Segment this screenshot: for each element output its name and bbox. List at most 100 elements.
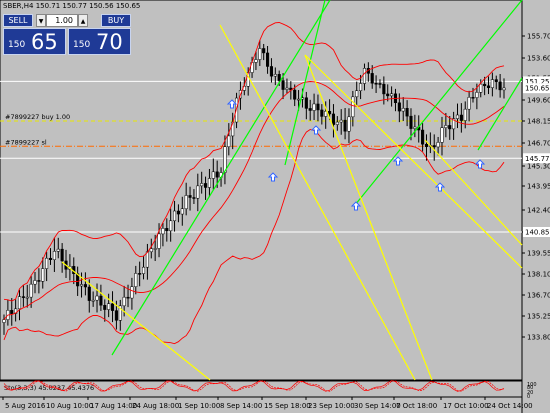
- candle-body: [390, 93, 394, 97]
- candle-body: [436, 142, 440, 148]
- candle-body: [502, 87, 506, 91]
- bollinger-lower: [3, 129, 505, 345]
- candle-body: [258, 48, 262, 60]
- price-tick-label: 143.95: [527, 183, 550, 191]
- price-tick-label: 153.60: [527, 55, 550, 63]
- candle-body: [448, 125, 452, 130]
- candle-body: [254, 59, 258, 63]
- candle-body: [17, 296, 22, 310]
- candle-body: [122, 296, 126, 307]
- candle-body: [172, 210, 177, 222]
- candle-body: [316, 103, 320, 111]
- candle-body: [490, 79, 494, 88]
- candle-body: [293, 89, 297, 100]
- candle-body: [397, 102, 401, 112]
- lots-increase-arrow-icon[interactable]: ▲: [78, 14, 88, 27]
- downtrend-line: [219, 24, 416, 381]
- candle-body: [21, 296, 25, 298]
- lots-decrease-arrow-icon[interactable]: ▼: [36, 14, 46, 27]
- chart-window[interactable]: #7899227 buy 1.00 #7899227 sl 155.70 153.60…: [0, 0, 550, 413]
- price-marker-mid-label: 145.77: [525, 155, 550, 163]
- candle-body: [297, 98, 301, 101]
- candles: [2, 40, 506, 335]
- candle-body: [29, 283, 33, 298]
- candle-body: [362, 68, 367, 84]
- candle-body: [483, 83, 487, 87]
- time-tick-label: 10 Aug 10:00: [46, 402, 93, 410]
- candle-body: [308, 108, 312, 111]
- candle-body: [215, 171, 219, 178]
- sell-button[interactable]: SELL: [3, 14, 33, 27]
- sell-price-button[interactable]: 150 65: [3, 28, 66, 55]
- candle-body: [200, 183, 204, 187]
- price-chart[interactable]: #7899227 buy 1.00 #7899227 sl 155.70 153.60…: [0, 0, 550, 413]
- candle-body: [467, 97, 471, 110]
- candle-body: [409, 115, 413, 129]
- buy-arrow-icon: [267, 172, 279, 182]
- candle-body: [312, 103, 316, 111]
- candle-body: [486, 85, 491, 88]
- order-line-label: #7899227 buy 1.00: [5, 113, 70, 121]
- candle-body: [281, 80, 285, 90]
- price-tick-label: 136.70: [527, 292, 550, 300]
- price-tick-label: 148.15: [527, 118, 550, 126]
- candle-body: [204, 183, 208, 188]
- candle-body: [304, 97, 308, 109]
- candle-body: [33, 280, 37, 285]
- candle-body: [149, 248, 153, 253]
- one-click-trade-panel: SELL ▼ 1.00 ▲ BUY 150 65 150 70: [3, 14, 131, 55]
- time-tick-label: 7 Oct 18:00: [396, 402, 437, 410]
- candle-body: [79, 284, 84, 287]
- candle-body: [153, 248, 157, 250]
- downtrend-line: [424, 139, 523, 246]
- candle-body: [475, 92, 479, 98]
- candle-body: [95, 295, 99, 301]
- candle-body: [401, 108, 405, 112]
- buy-arrow-icon: [350, 201, 362, 211]
- candle-body: [355, 90, 359, 98]
- candle-body: [184, 195, 188, 210]
- candle-body: [343, 119, 347, 132]
- price-tick-label: 155.70: [527, 33, 550, 41]
- candle-body: [157, 233, 161, 249]
- candle-body: [324, 111, 328, 117]
- candle-body: [370, 73, 374, 84]
- price-tick-label: 145.30: [527, 163, 550, 171]
- candle-body: [374, 82, 378, 85]
- candle-body: [382, 83, 386, 95]
- candle-body: [165, 228, 169, 232]
- candle-body: [440, 127, 444, 143]
- candle-body: [320, 109, 324, 117]
- price-tick-label: 133.80: [527, 334, 550, 342]
- candle-body: [266, 52, 270, 67]
- time-tick-label: 24 Aug 18:00: [132, 402, 179, 410]
- candle-body: [211, 171, 215, 179]
- candle-body: [56, 248, 60, 252]
- candle-body: [479, 83, 483, 93]
- candle-body: [444, 125, 448, 128]
- candle-body: [269, 66, 273, 77]
- candle-body: [48, 257, 53, 260]
- candle-body: [359, 83, 363, 91]
- lots-input[interactable]: 1.00: [46, 14, 78, 27]
- indicator-level-label: 0: [527, 394, 530, 400]
- candle-body: [463, 108, 467, 121]
- buy-price-big: 70: [96, 30, 123, 54]
- current-price-marker-label: 150.65: [525, 85, 550, 93]
- sell-price-big: 65: [31, 30, 58, 54]
- time-tick-label: 1 Sep 10:00: [178, 402, 220, 410]
- candle-body: [424, 143, 429, 147]
- candle-body: [87, 286, 91, 301]
- candle-body: [83, 284, 87, 288]
- candle-body: [196, 185, 200, 199]
- order-line-label: #7899227 sl: [5, 138, 47, 146]
- buy-button[interactable]: BUY: [101, 14, 131, 27]
- candle-body: [45, 257, 49, 269]
- candle-body: [331, 113, 336, 125]
- buy-price-button[interactable]: 150 70: [68, 28, 131, 55]
- candle-body: [110, 303, 115, 311]
- candle-body: [138, 273, 142, 275]
- candle-body: [347, 116, 351, 132]
- symbol-info: SBER,H4 150.71 150.77 150.56 150.65: [3, 2, 141, 10]
- candle-body: [188, 195, 192, 198]
